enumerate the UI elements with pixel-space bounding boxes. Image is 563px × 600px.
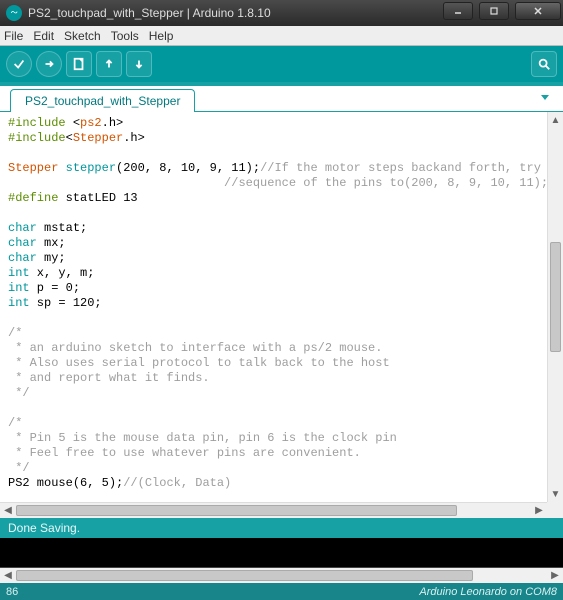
scroll-up-icon[interactable]: ▲	[548, 112, 563, 128]
window-titlebar: PS2_touchpad_with_Stepper | Arduino 1.8.…	[0, 0, 563, 26]
status-bar: Done Saving.	[0, 518, 563, 538]
horizontal-scroll-thumb[interactable]	[16, 505, 457, 516]
editor-horizontal-scrollbar[interactable]: ◀ ▶	[0, 502, 547, 518]
code-token: //sequence of the pins to(200, 8, 9, 10,…	[8, 176, 547, 190]
toolbar	[0, 46, 563, 82]
editor-area: #include <ps2.h> #include<Stepper.h> Ste…	[0, 112, 563, 518]
code-token: */	[8, 386, 30, 400]
scroll-left-icon[interactable]: ◀	[0, 568, 16, 583]
upload-button[interactable]	[36, 51, 62, 77]
console-output[interactable]: ◀ ▶	[0, 538, 563, 583]
vertical-scroll-thumb[interactable]	[550, 242, 561, 352]
open-sketch-button[interactable]	[96, 51, 122, 77]
code-token: * Feel free to use whatever pins are con…	[8, 446, 361, 460]
code-token: Stepper	[73, 131, 123, 145]
arduino-app-icon	[6, 5, 22, 21]
code-token: #include	[8, 131, 66, 145]
scroll-corner	[547, 502, 563, 518]
code-token: statLED 13	[66, 191, 138, 205]
code-token: Stepper	[8, 161, 58, 175]
status-message: Done Saving.	[8, 521, 80, 535]
menu-tools[interactable]: Tools	[111, 29, 139, 43]
code-token: <	[73, 116, 80, 130]
code-token: <	[66, 131, 73, 145]
menu-bar: File Edit Sketch Tools Help	[0, 26, 563, 46]
menu-help[interactable]: Help	[149, 29, 174, 43]
code-token: ps2	[80, 116, 102, 130]
code-token: * an arduino sketch to interface with a …	[8, 341, 382, 355]
code-token: (200, 8, 10, 9, 11);	[116, 161, 260, 175]
close-button[interactable]	[515, 2, 561, 20]
tab-menu-dropdown-icon[interactable]	[537, 89, 553, 105]
code-token: int	[8, 266, 30, 280]
console-horizontal-scrollbar[interactable]: ◀ ▶	[0, 567, 563, 583]
code-token: int	[8, 296, 30, 310]
scroll-right-icon[interactable]: ▶	[531, 503, 547, 518]
code-token: char	[8, 221, 37, 235]
new-sketch-button[interactable]	[66, 51, 92, 77]
serial-monitor-button[interactable]	[531, 51, 557, 77]
code-token: .h>	[123, 131, 145, 145]
code-token: sp = 120;	[30, 296, 102, 310]
code-token: x, y, m;	[30, 266, 95, 280]
footer-bar: 86 Arduino Leonardo on COM8	[0, 583, 563, 600]
scroll-right-icon[interactable]: ▶	[547, 568, 563, 583]
editor-vertical-scrollbar[interactable]: ▲ ▼	[547, 112, 563, 502]
code-token: /*	[8, 416, 22, 430]
code-token: mstat;	[37, 221, 87, 235]
code-token: */	[8, 461, 30, 475]
menu-file[interactable]: File	[4, 29, 23, 43]
code-token: my;	[37, 251, 66, 265]
code-token: .h>	[102, 116, 124, 130]
code-editor[interactable]: #include <ps2.h> #include<Stepper.h> Ste…	[0, 112, 547, 502]
code-token: * Also uses serial protocol to talk back…	[8, 356, 390, 370]
code-token: p = 0;	[30, 281, 80, 295]
maximize-button[interactable]	[479, 2, 509, 20]
code-token: char	[8, 236, 37, 250]
code-token: int	[8, 281, 30, 295]
save-sketch-button[interactable]	[126, 51, 152, 77]
code-token: #define	[8, 191, 66, 205]
code-token: //(Clock, Data)	[123, 476, 231, 490]
code-token: stepper	[58, 161, 116, 175]
verify-button[interactable]	[6, 51, 32, 77]
tab-sketch[interactable]: PS2_touchpad_with_Stepper	[10, 89, 195, 112]
code-token: char	[8, 251, 37, 265]
code-token: //If the motor steps backand forth, try …	[260, 161, 547, 175]
horizontal-scroll-thumb[interactable]	[16, 570, 473, 581]
code-token: * Pin 5 is the mouse data pin, pin 6 is …	[8, 431, 397, 445]
menu-sketch[interactable]: Sketch	[64, 29, 101, 43]
minimize-button[interactable]	[443, 2, 473, 20]
scroll-left-icon[interactable]: ◀	[0, 503, 16, 518]
scroll-down-icon[interactable]: ▼	[548, 486, 563, 502]
menu-edit[interactable]: Edit	[33, 29, 54, 43]
window-title: PS2_touchpad_with_Stepper | Arduino 1.8.…	[28, 6, 439, 20]
code-token: #include	[8, 116, 73, 130]
code-token: /*	[8, 326, 22, 340]
tab-strip: PS2_touchpad_with_Stepper	[0, 82, 563, 112]
code-token: * and report what it finds.	[8, 371, 210, 385]
code-token: (6, 5);	[73, 476, 123, 490]
code-token: mx;	[37, 236, 66, 250]
board-port-info: Arduino Leonardo on COM8	[419, 586, 557, 598]
code-token: PS2 mouse	[8, 476, 73, 490]
line-number: 86	[6, 586, 18, 598]
